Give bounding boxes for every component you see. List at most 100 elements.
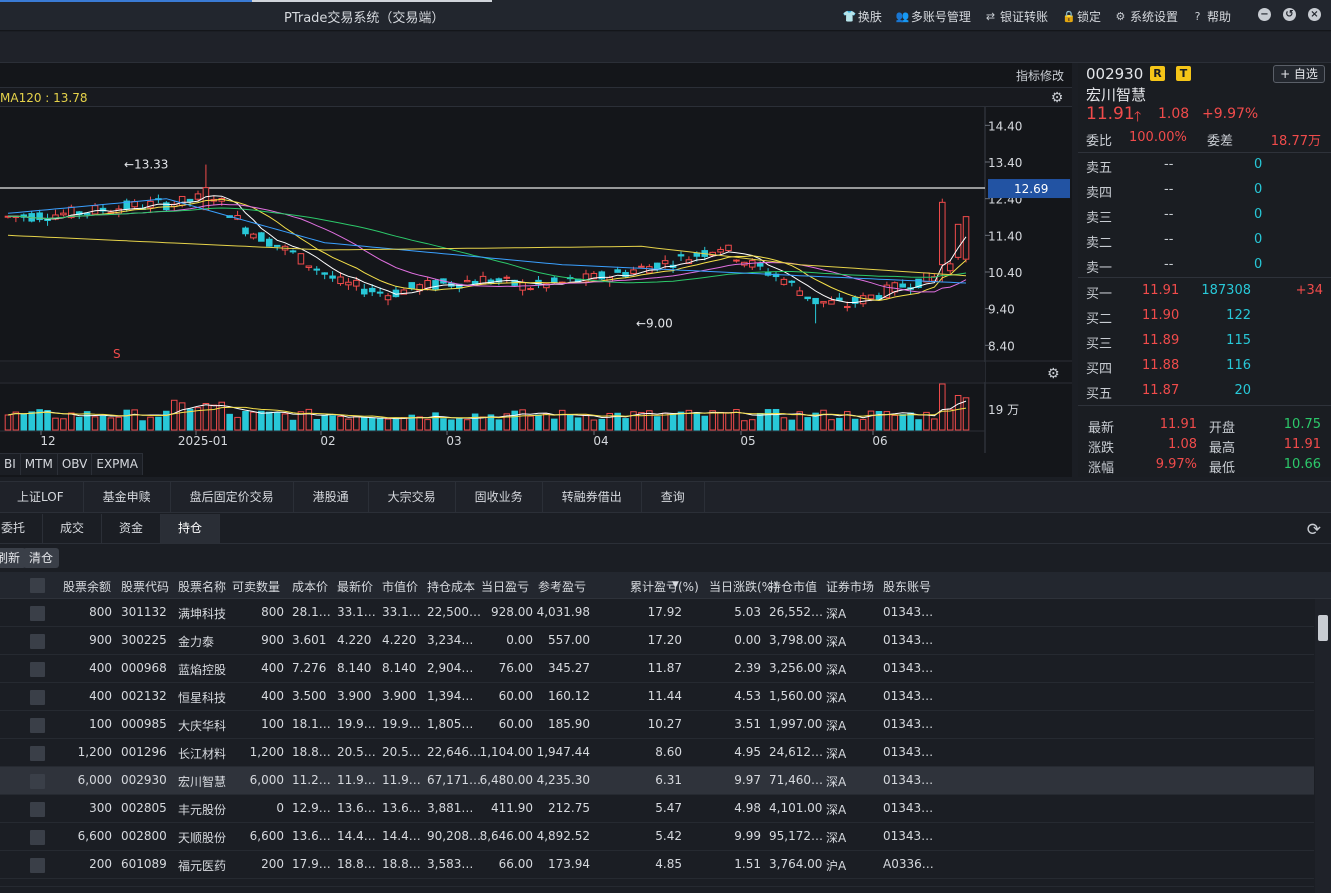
column-header[interactable]: 证券市场 <box>826 578 874 595</box>
func-tab-4[interactable]: 大宗交易 <box>369 482 456 513</box>
indicator-tab-bi[interactable]: BI <box>0 454 21 475</box>
add-watchlist-button[interactable]: + 自选 <box>1273 65 1325 83</box>
menu-transfer[interactable]: ⇄ 银证转账 <box>985 8 1048 25</box>
menu-users[interactable]: 👥 多账号管理 <box>896 8 971 25</box>
row-checkbox[interactable] <box>30 718 45 733</box>
sell-level-1[interactable]: 卖一 -- 0 <box>1078 252 1331 277</box>
sell-level-5[interactable]: 卖五 -- 0 <box>1078 152 1331 177</box>
table-row[interactable]: 200 601089 福元医药 200 17.9… 18.8… 18.8… 3,583… 66.… <box>0 851 1314 879</box>
candle-body <box>804 296 811 300</box>
volume-bar <box>748 419 756 431</box>
column-header[interactable]: 成本价 <box>292 578 328 595</box>
sort-desc-icon[interactable]: ▼ <box>672 580 679 590</box>
row-checkbox[interactable] <box>30 690 45 705</box>
buy-level-2[interactable]: 买二 11.90 122 <box>1078 303 1331 328</box>
row-checkbox[interactable] <box>30 802 45 817</box>
row-checkbox[interactable] <box>30 858 45 873</box>
cell-5: 3.900 <box>337 689 372 703</box>
buy-level-4[interactable]: 买四 11.88 116 <box>1078 353 1331 378</box>
buy-level-3[interactable]: 买三 11.89 115 <box>1078 328 1331 353</box>
indicator-edit-link[interactable]: 指标修改 <box>1016 67 1064 84</box>
menu-shirt[interactable]: 👕 换肤 <box>843 8 882 25</box>
select-all-checkbox[interactable] <box>30 578 45 593</box>
buy-level-1[interactable]: 买一 11.91 187308 +34 <box>1078 278 1331 303</box>
candle-body <box>630 269 637 274</box>
func-tab-6[interactable]: 转融券借出 <box>543 482 642 513</box>
buy-level-5[interactable]: 买五 11.87 20 <box>1078 378 1331 403</box>
indicator-tab-obv[interactable]: OBV <box>58 454 93 475</box>
cell-11: 0.00 <box>734 633 761 647</box>
sub-tab-0[interactable]: 委托 <box>0 514 44 543</box>
sell-level-4[interactable]: 卖四 -- 0 <box>1078 177 1331 202</box>
sub-tab-3[interactable]: 持仓 <box>161 514 221 543</box>
table-row[interactable]: 900 300225 金力泰 900 3.601 4.220 4.220 3,234… 0.00… <box>0 627 1314 655</box>
sub-tab-1[interactable]: 成交 <box>43 514 103 543</box>
refresh-icon[interactable]: ⟳ <box>1307 520 1321 540</box>
column-header[interactable]: 持仓成本 <box>427 578 475 595</box>
row-checkbox[interactable] <box>30 606 45 621</box>
table-row[interactable]: 400 000968 蓝焰控股 400 7.276 8.140 8.140 2,904… 76.… <box>0 655 1314 683</box>
func-tab-3[interactable]: 港股通 <box>294 482 369 513</box>
table-row[interactable]: 400 002132 恒星科技 400 3.500 3.900 3.900 1,394… 60.… <box>0 683 1314 711</box>
column-header[interactable]: 市值价 <box>382 578 418 595</box>
column-header[interactable]: 最新价 <box>337 578 373 595</box>
cell-14: 01343… <box>883 801 934 815</box>
cell-14: 01343… <box>883 661 934 675</box>
column-header[interactable]: 当日盈亏 <box>481 578 529 595</box>
row-checkbox[interactable] <box>30 830 45 845</box>
cell-12: 26,552… <box>769 605 823 619</box>
kline-chart[interactable]: 14.4013.4012.4011.4010.409.408.4012.69←1… <box>0 107 1072 453</box>
menu-help[interactable]: ? 帮助 <box>1192 8 1231 25</box>
func-tab-5[interactable]: 固收业务 <box>456 482 543 513</box>
column-header[interactable]: 累计盈亏(%) <box>630 578 699 595</box>
stat-label: 最新 <box>1088 421 1115 436</box>
func-tab-2[interactable]: 盘后固定价交易 <box>171 482 294 513</box>
indicator-tab-mtm[interactable]: MTM <box>21 454 58 475</box>
minimize-icon[interactable]: − <box>1258 8 1271 21</box>
clear-position-button[interactable]: 清仓 <box>23 548 60 568</box>
table-row[interactable]: 300 002805 丰元股份 0 12.9… 13.6… 13.6… 3,881… 411.9… <box>0 795 1314 823</box>
column-header[interactable]: 参考盈亏 <box>538 578 586 595</box>
row-checkbox[interactable] <box>30 662 45 677</box>
close-icon[interactable]: × <box>1308 8 1321 21</box>
table-row[interactable]: 1,200 001296 长江材料 1,200 18.8… 20.5… 20.5… 22,64… <box>0 739 1314 767</box>
table-row[interactable]: 100 000985 大庆华科 100 18.1… 19.9… 19.9… 1,805… 60.… <box>0 711 1314 739</box>
column-header[interactable]: 股票名称 <box>178 578 226 595</box>
menu-gear[interactable]: ⚙ 系统设置 <box>1115 8 1178 25</box>
cell-2: 丰元股份 <box>178 803 227 817</box>
row-checkbox[interactable] <box>30 634 45 649</box>
column-header[interactable]: 股东账号 <box>883 578 931 595</box>
table-row[interactable]: 800 301132 满坤科技 800 28.1… 33.1… 33.1… 22,500… 92… <box>0 599 1314 627</box>
column-header[interactable]: 当日涨跌(%) <box>709 578 778 595</box>
table-row[interactable]: 6,000 002930 宏川智慧 6,000 11.2… 11.9… 11.9… 67,17… <box>0 767 1314 795</box>
menu-lock[interactable]: 🔒 锁定 <box>1062 8 1101 25</box>
candle-body <box>376 291 384 294</box>
indicator-tab-expma[interactable]: EXPMA <box>92 454 143 475</box>
scrollbar-thumb[interactable] <box>1318 615 1328 641</box>
cell-6: 11.9… <box>382 773 421 787</box>
restore-icon[interactable]: ↺ <box>1283 8 1296 21</box>
row-checkbox[interactable] <box>30 774 45 789</box>
row-checkbox[interactable] <box>30 746 45 761</box>
func-tab-7[interactable]: 查询 <box>642 482 705 513</box>
volume-bar <box>170 399 178 431</box>
column-header[interactable]: 股票代码 <box>121 578 169 595</box>
vertical-scrollbar[interactable] <box>1315 599 1331 893</box>
column-header[interactable]: 可卖数量 <box>232 578 280 595</box>
sell-level-3[interactable]: 卖三 -- 0 <box>1078 202 1331 227</box>
sub-tab-2[interactable]: 资金 <box>102 514 162 543</box>
table-row[interactable]: 6,600 002800 天顺股份 6,600 13.6… 14.4… 14.4… 90,20… <box>0 823 1314 851</box>
volume-bar <box>353 416 360 431</box>
cell-1: 002132 <box>121 689 167 703</box>
column-header[interactable]: 股票余额 <box>63 578 111 595</box>
volume-bar <box>392 418 400 431</box>
sell-level-2[interactable]: 卖二 -- 0 <box>1078 227 1331 252</box>
table-row[interactable] <box>0 879 1314 887</box>
func-tab-1[interactable]: 基金申赎 <box>84 482 171 513</box>
column-header[interactable]: 持仓市值 <box>769 578 817 595</box>
gear-icon[interactable]: ⚙ <box>1050 91 1064 105</box>
volume-bar <box>962 397 970 431</box>
func-tab-0[interactable]: 上证LOF <box>0 482 84 513</box>
function-tabs: 上证LOF 基金申赎 盘后固定价交易 港股通 大宗交易 固收业务 转融券借出 查询 <box>0 481 1331 513</box>
gear-icon[interactable]: ⚙ <box>1047 366 1060 382</box>
